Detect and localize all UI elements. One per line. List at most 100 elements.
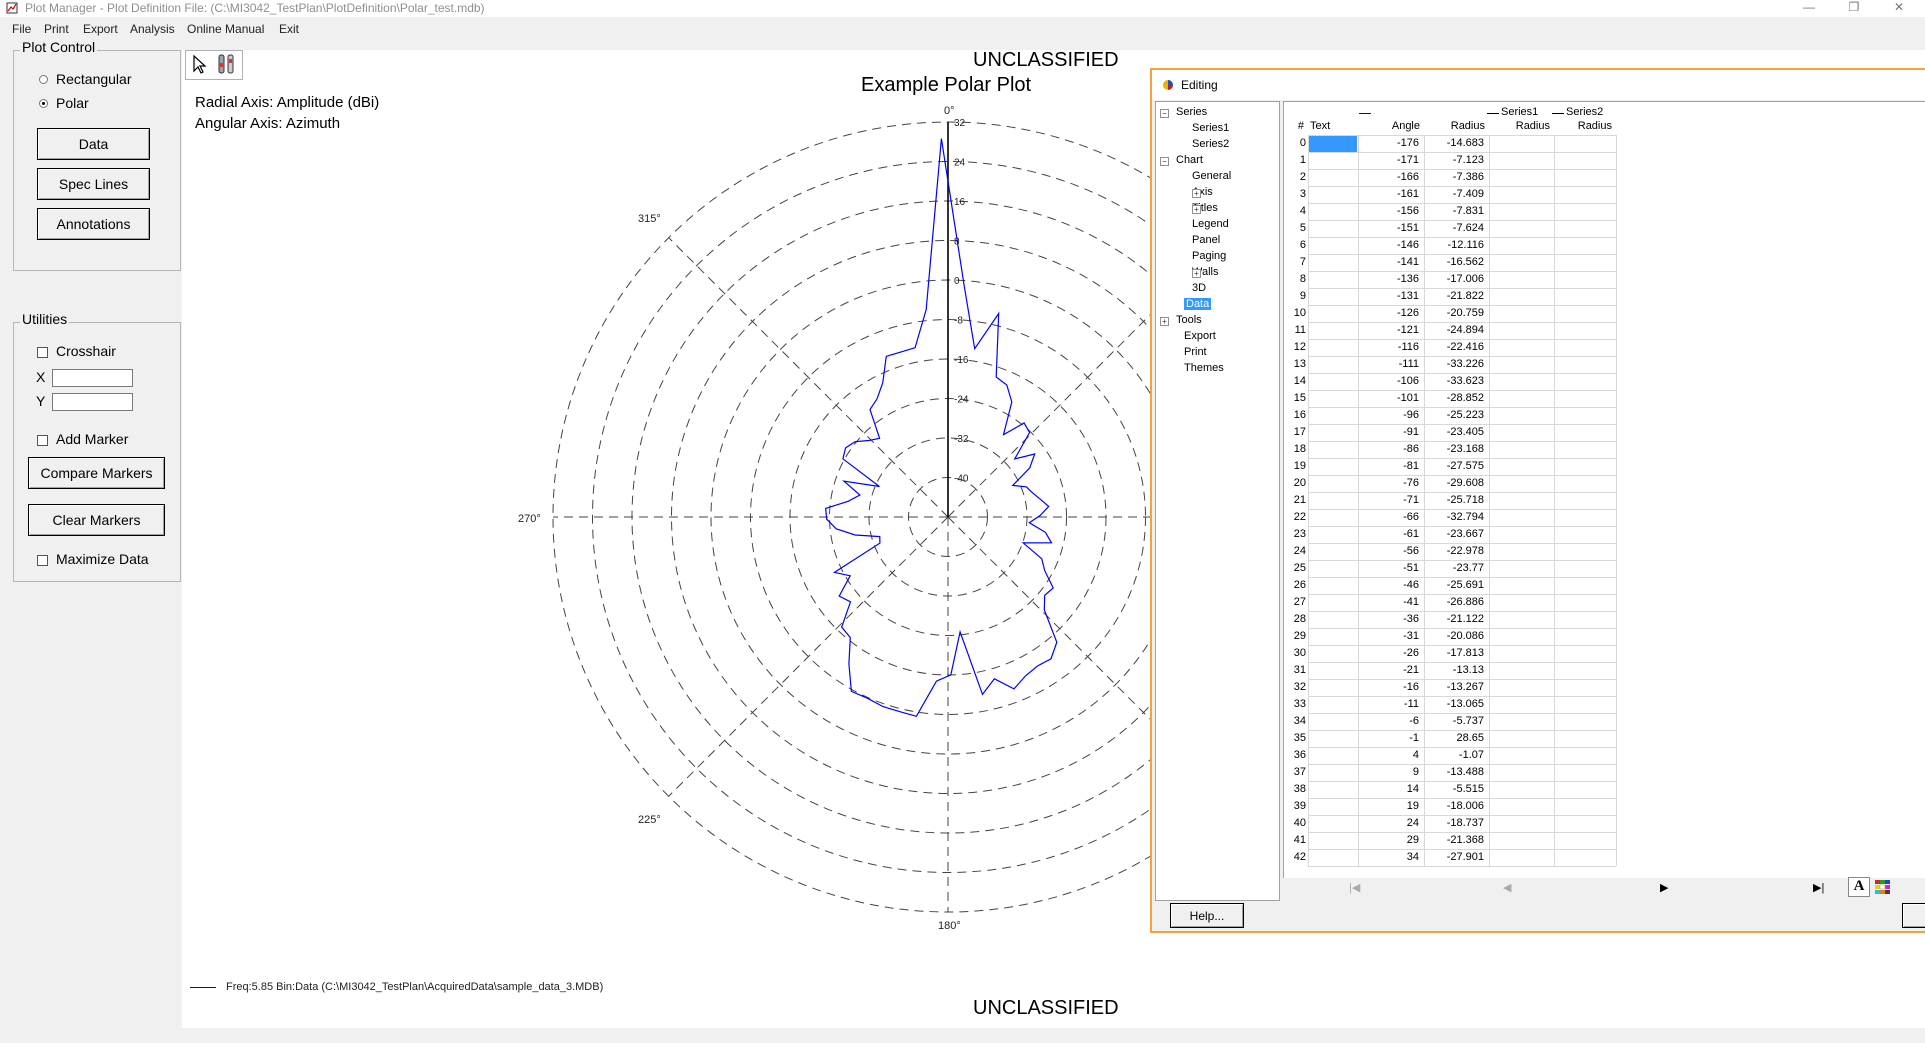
grid-cell-radius[interactable]: -33.226 [1424, 358, 1484, 370]
grid-cell-text[interactable] [1309, 561, 1357, 577]
tree-expander[interactable]: + [1160, 317, 1169, 326]
grid-cell-text[interactable] [1309, 578, 1357, 594]
maximize-data-label[interactable]: Maximize Data [56, 551, 149, 567]
grid-cell-text[interactable] [1309, 391, 1357, 407]
grid-cell-radius[interactable]: -13.13 [1424, 664, 1484, 676]
grid-cell-radius[interactable]: -20.086 [1424, 630, 1484, 642]
polar-radio[interactable] [39, 99, 48, 108]
grid-cell-text[interactable] [1309, 238, 1357, 254]
grid-cell-angle[interactable]: -1 [1358, 732, 1419, 744]
menu-exit[interactable]: Exit [279, 22, 299, 36]
grid-cell-text[interactable] [1309, 272, 1357, 288]
grid-cell-text[interactable] [1309, 204, 1357, 220]
grid-cell-angle[interactable]: 14 [1358, 783, 1419, 795]
grid-cell-angle[interactable]: -141 [1358, 256, 1419, 268]
grid-cell-angle[interactable]: -111 [1358, 358, 1419, 370]
grid-cell-angle[interactable]: -96 [1358, 409, 1419, 421]
grid-cell-radius[interactable]: -25.718 [1424, 494, 1484, 506]
grid-cell-text[interactable] [1309, 459, 1357, 475]
tree-expander[interactable]: − [1160, 109, 1169, 118]
grid-cell-angle[interactable]: -161 [1358, 188, 1419, 200]
grid-cell-radius[interactable]: -13.065 [1424, 698, 1484, 710]
rectangular-label[interactable]: Rectangular [56, 71, 132, 87]
grid-cell-radius[interactable]: -5.737 [1424, 715, 1484, 727]
grid-cell-text[interactable] [1309, 697, 1357, 713]
tree-item-export[interactable]: Export [1184, 330, 1216, 342]
grid-cell-radius[interactable]: -33.623 [1424, 375, 1484, 387]
nav-prev-button[interactable]: ◀ [1503, 881, 1511, 894]
menu-analysis[interactable]: Analysis [130, 22, 175, 36]
grid-cell-radius[interactable]: -7.123 [1424, 154, 1484, 166]
tree-item-data[interactable]: Data [1184, 298, 1212, 310]
grid-cell-text[interactable] [1309, 833, 1357, 849]
grid-cell-radius[interactable]: -18.006 [1424, 800, 1484, 812]
grid-cell-radius[interactable]: -21.368 [1424, 834, 1484, 846]
grid-cell-angle[interactable]: 19 [1358, 800, 1419, 812]
grid-cell-angle[interactable]: -86 [1358, 443, 1419, 455]
compare-markers-button[interactable]: Compare Markers [28, 457, 165, 489]
data-button[interactable]: Data [37, 128, 150, 160]
grid-cell-angle[interactable]: -11 [1358, 698, 1419, 710]
grid-cell-radius[interactable]: -14.683 [1424, 137, 1484, 149]
grid-cell-text[interactable] [1309, 187, 1357, 203]
grid-cell-radius[interactable]: -12.116 [1424, 239, 1485, 251]
grid-cell-radius[interactable]: -32.794 [1424, 511, 1484, 523]
maximize-data-checkbox[interactable] [37, 555, 48, 566]
grid-cell-radius[interactable]: -18.737 [1424, 817, 1484, 829]
grid-cell-radius[interactable]: -21.822 [1424, 290, 1484, 302]
grid-cell-angle[interactable]: 29 [1358, 834, 1419, 846]
grid-cell-text[interactable] [1309, 340, 1357, 356]
grid-cell-radius[interactable]: 28.65 [1424, 732, 1484, 744]
spec-lines-button[interactable]: Spec Lines [37, 168, 150, 200]
grid-cell-text[interactable] [1309, 714, 1357, 730]
grid-cell-radius[interactable]: -13.267 [1424, 681, 1484, 693]
grid-cell-radius[interactable]: -7.386 [1424, 171, 1484, 183]
grid-cell-radius[interactable]: -26.886 [1424, 596, 1484, 608]
tree-item-general[interactable]: General [1192, 170, 1231, 182]
grid-cell-angle[interactable]: -136 [1358, 273, 1419, 285]
grid-cell-text[interactable] [1309, 595, 1357, 611]
grid-cell-text[interactable] [1309, 544, 1357, 560]
grid-cell-radius[interactable]: -17.006 [1424, 273, 1484, 285]
grid-cell-text[interactable] [1309, 408, 1357, 424]
grid-cell-radius[interactable]: -25.691 [1424, 579, 1484, 591]
grid-cell-angle[interactable]: -171 [1358, 154, 1419, 166]
tree-item-chart[interactable]: Chart [1176, 154, 1203, 166]
grid-cell-radius[interactable]: -29.608 [1424, 477, 1484, 489]
grid-cell-text[interactable] [1309, 357, 1357, 373]
tree-expander[interactable]: + [1192, 205, 1201, 214]
grid-cell-angle[interactable]: -156 [1358, 205, 1419, 217]
grid-cell-angle[interactable]: -126 [1358, 307, 1419, 319]
tree-item-series[interactable]: Series [1176, 106, 1207, 118]
help-button[interactable]: Help... [1170, 903, 1244, 928]
grid-cell-radius[interactable]: -24.894 [1424, 324, 1484, 336]
grid-cell-radius[interactable]: -25.223 [1424, 409, 1484, 421]
grid-cell-radius[interactable]: -7.409 [1424, 188, 1484, 200]
grid-cell-radius[interactable]: -5.515 [1424, 783, 1484, 795]
grid-cell-radius[interactable]: -23.405 [1424, 426, 1484, 438]
tree-item-3d[interactable]: 3D [1192, 282, 1206, 294]
grid-cell-angle[interactable]: -61 [1358, 528, 1419, 540]
clear-markers-button[interactable]: Clear Markers [28, 504, 165, 536]
font-button[interactable]: A [1848, 877, 1870, 897]
tree-item-print[interactable]: Print [1184, 346, 1207, 358]
grid-cell-text[interactable] [1309, 527, 1357, 543]
grid-cell-radius[interactable]: -21.122 [1424, 613, 1484, 625]
grid-cell-text[interactable] [1309, 799, 1357, 815]
nav-last-button[interactable]: ▶| [1813, 881, 1824, 894]
grid-cell-radius[interactable]: -17.813 [1424, 647, 1484, 659]
grid-cell-angle[interactable]: 24 [1358, 817, 1419, 829]
grid-cell-radius[interactable]: -22.416 [1424, 341, 1484, 353]
grid-cell-text[interactable] [1309, 612, 1357, 628]
menu-file[interactable]: File [12, 22, 31, 36]
grid-cell-angle[interactable]: 4 [1358, 749, 1419, 761]
tree-item-series2[interactable]: Series2 [1192, 138, 1229, 150]
grid-cell-text[interactable] [1309, 782, 1357, 798]
grid-cell-angle[interactable]: -31 [1358, 630, 1419, 642]
add-marker-label[interactable]: Add Marker [56, 431, 128, 447]
grid-cell-angle[interactable]: -41 [1358, 596, 1419, 608]
tree-expander[interactable]: + [1192, 269, 1201, 278]
grid-cell-angle[interactable]: -56 [1358, 545, 1419, 557]
grid-cell-text[interactable] [1309, 136, 1357, 152]
grid-cell-text[interactable] [1309, 255, 1357, 271]
